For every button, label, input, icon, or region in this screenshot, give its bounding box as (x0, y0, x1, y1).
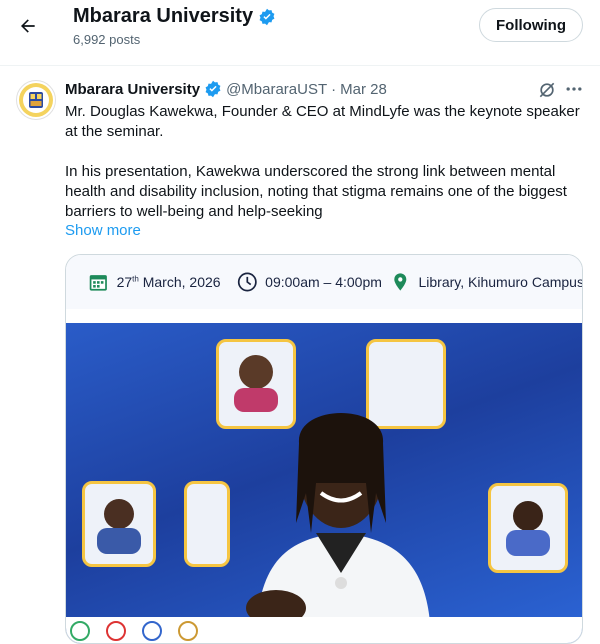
event-location: Library, Kihumuro Campus (418, 274, 583, 290)
following-button[interactable]: Following (479, 8, 583, 42)
tweet[interactable]: Mbarara University @MbararaUST · Mar 28 … (0, 67, 600, 644)
show-more-link[interactable]: Show more (65, 222, 141, 239)
sponsor-logo (70, 621, 90, 641)
event-banner: 27th March, 2026 09:00am – 4:00pm Librar… (66, 255, 583, 309)
post-count: 6,992 posts (73, 32, 141, 47)
seminar-poster (66, 323, 582, 643)
profile-header: Mbarara University 6,992 posts Following (0, 0, 600, 66)
arrow-left-icon (21, 19, 35, 33)
university-crest-icon (19, 83, 53, 117)
tweet-text: Mr. Douglas Kawekwa, Founder & CEO at Mi… (65, 103, 580, 220)
avatar[interactable] (16, 80, 56, 120)
verified-badge-icon (205, 80, 221, 98)
meta-separator: · (331, 80, 337, 98)
tweet-meta: Mbarara University @MbararaUST · Mar 28 (65, 80, 387, 98)
speaker-card (488, 483, 568, 573)
sponsor-logo (142, 621, 162, 641)
speaker-card (82, 481, 156, 567)
tweet-image[interactable]: 27th March, 2026 09:00am – 4:00pm Librar… (65, 254, 583, 644)
sponsor-logo (106, 621, 126, 641)
back-button[interactable] (14, 12, 42, 40)
grok-icon[interactable] (537, 80, 557, 100)
more-options-icon[interactable] (564, 79, 584, 99)
verified-badge-icon (259, 8, 275, 25)
sponsor-logos (66, 617, 582, 643)
location-pin-icon (394, 273, 407, 291)
profile-title: Mbarara University (73, 5, 276, 28)
profile-name: Mbarara University (73, 5, 254, 27)
calendar-icon (89, 275, 107, 291)
author-name[interactable]: Mbarara University (65, 81, 200, 98)
event-date: 27th March, 2026 (116, 274, 221, 290)
author-handle[interactable]: @MbararaUST (226, 81, 327, 98)
sponsor-logo (178, 621, 198, 641)
clock-icon (237, 272, 257, 292)
event-time: 09:00am – 4:00pm (265, 274, 382, 290)
tweet-date[interactable]: Mar 28 (340, 81, 387, 98)
speaker-photo (246, 413, 431, 643)
